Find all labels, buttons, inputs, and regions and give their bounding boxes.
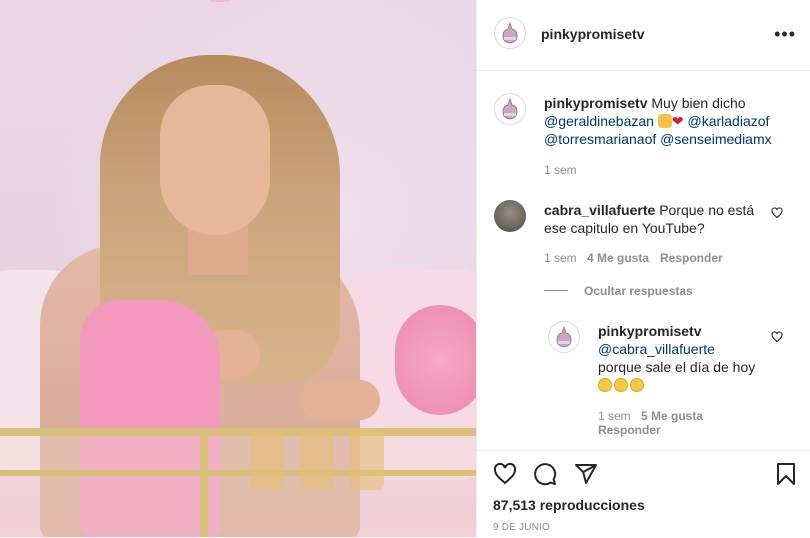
post-side-panel: pinkypromisetv ••• pinkypromisetv Muy bi…	[477, 0, 810, 537]
video-bottle	[350, 430, 384, 490]
comment-reply-button[interactable]: Responder	[660, 251, 723, 265]
reply-likes[interactable]: 5 Me gusta	[641, 409, 703, 423]
comment-like-heart-icon[interactable]	[771, 207, 783, 219]
post-date[interactable]: 9 DE JUNIO	[493, 522, 550, 533]
unicorn-logo-icon	[556, 326, 572, 348]
caption-body: Muy bien dicho	[651, 95, 746, 111]
comment-time[interactable]: 1 sem	[544, 251, 577, 265]
video-tray-bar-horizontal	[0, 470, 476, 476]
mention-link[interactable]: @torresmarianaof	[544, 131, 656, 147]
clapping-hands-emoji	[657, 114, 672, 128]
caption-avatar[interactable]	[494, 93, 526, 125]
comment-likes[interactable]: 4 Me gusta	[587, 251, 649, 265]
video-bottle	[250, 430, 284, 490]
video-person-face	[160, 85, 270, 235]
comment-icon[interactable]	[533, 462, 557, 486]
replies-divider-line	[544, 290, 568, 291]
heart-emoji: ❤	[671, 113, 684, 129]
video-person-hand-right	[300, 380, 380, 420]
video-tray	[0, 428, 476, 537]
reply-body: porque sale el día de hoy	[598, 359, 756, 375]
mention-link[interactable]: @karladiazof	[687, 113, 769, 129]
comment-body-line2: ese capitulo en YouTube?	[544, 220, 705, 236]
commenter-avatar[interactable]	[494, 200, 526, 232]
share-icon[interactable]	[574, 462, 598, 486]
comment-username[interactable]: cabra_villafuerte	[544, 202, 655, 218]
mention-link[interactable]: @senseimediamx	[660, 131, 771, 147]
video-tray-bar	[200, 428, 208, 537]
reply-username[interactable]: pinkypromisetv	[598, 323, 701, 339]
reply-time[interactable]: 1 sem	[598, 409, 631, 423]
mention-link[interactable]: @cabra_villafuerte	[598, 341, 715, 357]
grinning-sweat-emoji	[598, 378, 612, 392]
view-count[interactable]: 87,513 reproducciones	[493, 497, 645, 513]
reply-text: pinkypromisetv @cabra_villafuerte porque…	[598, 322, 768, 394]
heart-icon[interactable]	[493, 462, 517, 486]
caption-time[interactable]: 1 sem	[544, 163, 577, 177]
grinning-sweat-emoji	[614, 378, 628, 392]
unicorn-logo-icon	[502, 98, 518, 120]
bookmark-icon[interactable]	[774, 462, 798, 486]
comment-body-line1: Porque no está	[659, 202, 755, 218]
post-video[interactable]	[0, 0, 476, 537]
mention-link[interactable]: @geraldinebazan	[544, 113, 654, 129]
reply-avatar[interactable]	[548, 321, 580, 353]
avatar[interactable]	[494, 17, 526, 49]
post-header: pinkypromisetv •••	[477, 0, 810, 71]
hide-replies-button[interactable]: Ocultar respuestas	[584, 284, 693, 298]
more-options-icon[interactable]: •••	[774, 24, 796, 45]
reply-like-heart-icon[interactable]	[771, 331, 783, 343]
post-actions: 87,513 reproducciones 9 DE JUNIO	[477, 450, 810, 538]
unicorn-logo-icon	[502, 22, 518, 44]
caption-text: pinkypromisetv Muy bien dicho @geraldine…	[544, 94, 794, 148]
caption-username[interactable]: pinkypromisetv	[544, 95, 647, 111]
comment-text: cabra_villafuerte Porque no está ese cap…	[544, 201, 769, 237]
video-bottle	[300, 430, 334, 490]
post-author-username[interactable]: pinkypromisetv	[541, 26, 644, 42]
video-pillow	[395, 305, 476, 415]
reply-reply-button[interactable]: Responder	[598, 423, 661, 437]
grinning-sweat-emoji	[630, 378, 644, 392]
